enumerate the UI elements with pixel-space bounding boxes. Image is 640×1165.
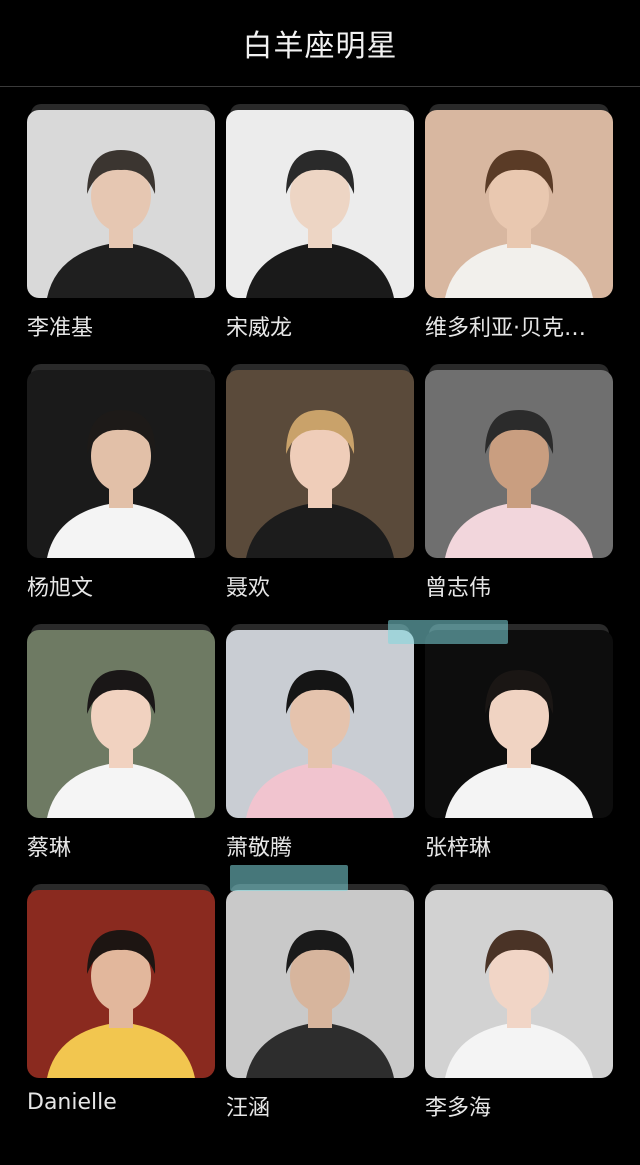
celebrity-item[interactable]: 蔡琳 — [27, 624, 215, 885]
celebrity-item[interactable]: 李准基 — [27, 104, 215, 365]
celebrity-name: 汪涵 — [226, 1096, 271, 1121]
celebrity-name: 维多利亚·贝克… — [425, 316, 586, 341]
celebrity-photo[interactable] — [425, 110, 613, 298]
celebrity-name: 蔡琳 — [27, 836, 72, 861]
celebrity-photo[interactable] — [425, 630, 613, 818]
page-header: 白羊座明星 — [0, 0, 640, 87]
celebrity-name: 萧敬腾 — [226, 836, 293, 861]
celebrity-item[interactable]: 李多海 — [425, 884, 613, 1145]
celebrity-photo[interactable] — [226, 890, 414, 1078]
celebrity-photo[interactable] — [27, 370, 215, 558]
celebrity-name: Danielle — [27, 1090, 117, 1115]
celebrity-photo[interactable] — [27, 630, 215, 818]
celebrity-item[interactable]: 聂欢 — [226, 364, 414, 625]
celebrity-photo[interactable] — [27, 110, 215, 298]
celebrity-item[interactable]: 曾志伟 — [425, 364, 613, 625]
celebrity-item[interactable]: 宋威龙 — [226, 104, 414, 365]
celebrity-photo[interactable] — [226, 370, 414, 558]
celebrity-name: 张梓琳 — [425, 836, 492, 861]
celebrity-photo[interactable] — [27, 890, 215, 1078]
celebrity-item[interactable]: Danielle — [27, 884, 215, 1145]
page-title: 白羊座明星 — [242, 29, 398, 64]
celebrity-photo[interactable] — [425, 890, 613, 1078]
celebrity-item[interactable]: 张梓琳 — [425, 624, 613, 885]
celebrity-item[interactable]: 维多利亚·贝克… — [425, 104, 613, 365]
celebrity-name: 曾志伟 — [425, 576, 492, 601]
celebrity-item[interactable]: 杨旭文 — [27, 364, 215, 625]
celebrity-name: 李准基 — [27, 316, 94, 341]
celebrity-name: 杨旭文 — [27, 576, 94, 601]
celebrity-name: 宋威龙 — [226, 316, 293, 341]
celebrity-name: 聂欢 — [226, 576, 271, 601]
celebrity-item[interactable]: 汪涵 — [226, 884, 414, 1145]
celebrity-photo[interactable] — [226, 630, 414, 818]
celebrity-name: 李多海 — [425, 1096, 492, 1121]
glitch-artifact — [388, 620, 508, 644]
glitch-artifact — [230, 865, 348, 891]
celebrity-photo[interactable] — [226, 110, 414, 298]
celebrity-photo[interactable] — [425, 370, 613, 558]
celebrity-item[interactable]: 萧敬腾 — [226, 624, 414, 885]
celebrity-grid: 李准基 宋威龙 维多利亚·贝克… 杨旭文 聂欢 曾志伟蔡琳 萧敬腾 张梓琳 Danielle 汪涵… — [0, 86, 640, 1165]
